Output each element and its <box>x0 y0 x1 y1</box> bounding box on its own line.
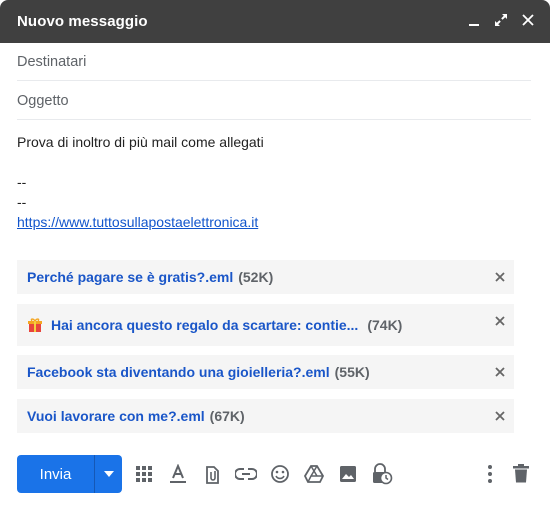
remove-attachment-icon[interactable] <box>493 270 507 284</box>
minimize-icon[interactable] <box>466 12 482 28</box>
attachment-size: (67K) <box>209 408 245 424</box>
recipients-field[interactable] <box>17 43 531 81</box>
emoji-icon[interactable] <box>268 462 292 486</box>
attachment-name[interactable]: Hai ancora questo regalo da scartare: co… <box>51 317 358 333</box>
grid-icon[interactable] <box>132 462 156 486</box>
remove-attachment-icon[interactable] <box>493 314 507 328</box>
attachment-name[interactable]: Facebook sta diventando una gioielleria?… <box>27 364 330 380</box>
compose-toolbar: Invia <box>17 455 537 493</box>
attachment-item[interactable]: Perché pagare se è gratis?.eml (52K) <box>17 260 514 294</box>
signature-separator: -- <box>17 194 27 210</box>
compose-title: Nuovo messaggio <box>17 13 148 30</box>
attachment-size: (74K) <box>367 317 403 333</box>
send-button[interactable]: Invia <box>17 466 94 483</box>
text-format-icon[interactable] <box>166 462 190 486</box>
message-body[interactable]: Prova di inoltro di più mail come allega… <box>17 132 531 232</box>
chevron-down-icon <box>103 471 114 477</box>
signature-link[interactable]: https://www.tuttosullapostaelettronica.i… <box>17 214 258 230</box>
attachment-name[interactable]: Vuoi lavorare con me?.eml <box>27 408 205 424</box>
remove-attachment-icon[interactable] <box>493 409 507 423</box>
signature-separator: -- <box>17 174 27 190</box>
attachment-size: (52K) <box>238 269 274 285</box>
send-button-group: Invia <box>17 455 122 493</box>
attachment-name[interactable]: Perché pagare se è gratis?.eml <box>27 269 233 285</box>
attachment-item[interactable]: Facebook sta diventando una gioielleria?… <box>17 355 514 389</box>
window-controls <box>466 12 536 28</box>
compose-window: Nuovo messaggio Prova di inoltro di più … <box>0 0 550 508</box>
subject-input[interactable] <box>17 92 531 109</box>
image-icon[interactable] <box>336 462 360 486</box>
schedule-send-dropdown[interactable] <box>95 471 122 477</box>
expand-icon[interactable] <box>493 12 509 28</box>
attachment-item[interactable]: Vuoi lavorare con me?.eml (67K) <box>17 399 514 433</box>
close-icon[interactable] <box>520 12 536 28</box>
more-options-icon[interactable] <box>478 462 502 486</box>
link-icon[interactable] <box>234 462 258 486</box>
body-line: Prova di inoltro di più mail come allega… <box>17 134 264 150</box>
subject-field[interactable] <box>17 82 531 120</box>
recipients-input[interactable] <box>17 53 531 70</box>
attachment-size: (55K) <box>334 364 370 380</box>
attachment-item[interactable]: Hai ancora questo regalo da scartare: co… <box>17 304 514 346</box>
drive-icon[interactable] <box>302 462 326 486</box>
confidential-mode-icon[interactable] <box>370 462 394 486</box>
remove-attachment-icon[interactable] <box>493 365 507 379</box>
trash-icon[interactable] <box>509 462 533 486</box>
body-blank-line <box>17 152 531 172</box>
attach-file-icon[interactable] <box>200 462 224 486</box>
compose-titlebar[interactable]: Nuovo messaggio <box>0 0 550 43</box>
gift-icon <box>27 317 43 333</box>
